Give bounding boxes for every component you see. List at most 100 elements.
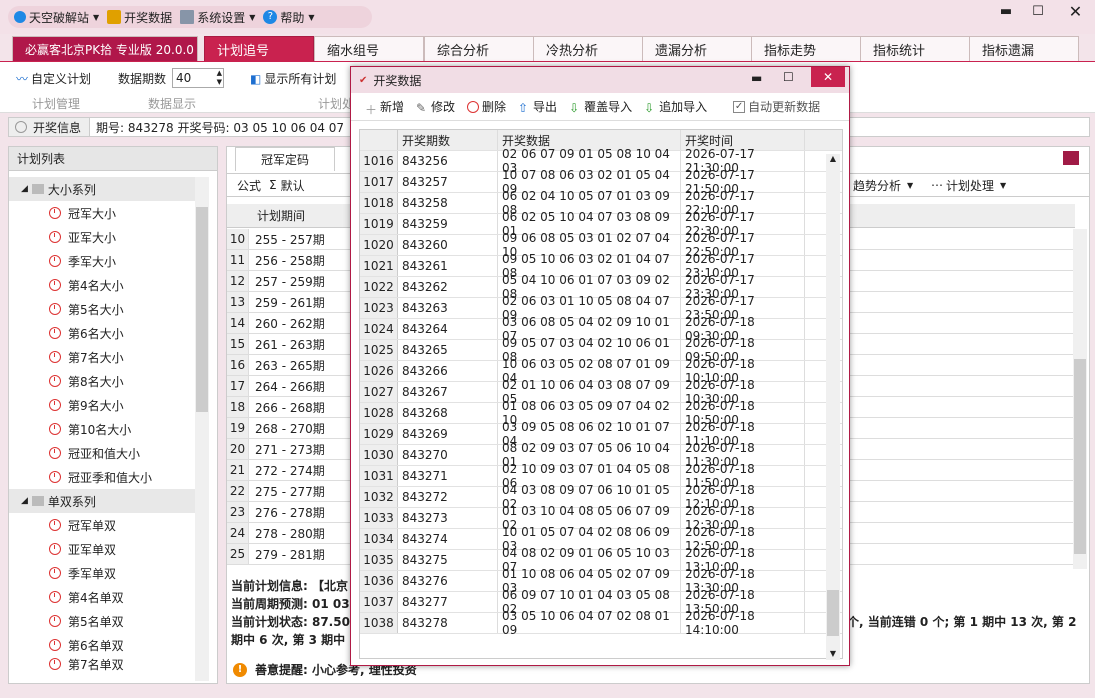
dialog-minimize-button[interactable]: ▬ — [751, 71, 762, 85]
menu-lottery-data[interactable]: 开奖数据 — [107, 9, 172, 26]
menu-settings[interactable]: 系统设置 ▼ — [180, 9, 255, 26]
tree-item[interactable]: 亚军大小 — [9, 225, 201, 249]
chevron-down-icon: ▼ — [93, 12, 100, 22]
tree-item[interactable]: 第5名单双 — [9, 609, 201, 633]
clock-icon — [49, 658, 61, 670]
clock-icon — [49, 519, 61, 531]
clock-icon — [49, 447, 61, 459]
row-index: 1023 — [360, 298, 398, 318]
tab-indicator-omission[interactable]: 指标遗漏 — [969, 36, 1079, 61]
row-number: 15 — [227, 334, 249, 354]
tree-item[interactable]: 冠军单双 — [9, 513, 201, 537]
row-number: 14 — [227, 313, 249, 333]
overwrite-import-button[interactable]: ⇩ 覆盖导入 — [569, 98, 632, 115]
draw-time-cell: 2026-07-18 14:10:00 — [681, 609, 805, 637]
tree-group-oddeven[interactable]: ◢ 单双系列 — [9, 489, 201, 513]
circle-icon — [15, 121, 27, 133]
menu-site[interactable]: 天空破解站 ▼ — [14, 9, 99, 26]
tree-item-label: 亚军单双 — [68, 542, 117, 557]
menu-help[interactable]: ? 帮助 ▼ — [263, 9, 315, 26]
row-period: 278 - 280期 — [255, 526, 325, 541]
main-menu: 天空破解站 ▼ 开奖数据 系统设置 ▼ ? 帮助 ▼ — [8, 6, 372, 28]
tab-reduce[interactable]: 缩水组号 — [314, 36, 424, 61]
tab-indicator-stats[interactable]: 指标统计 — [860, 36, 970, 61]
show-all-plans-button[interactable]: ◧ 显示所有计划 — [250, 70, 336, 87]
formula-value[interactable]: 默认 — [281, 177, 305, 194]
clock-icon — [49, 351, 61, 363]
edit-button[interactable]: ✎ 修改 — [416, 98, 455, 115]
export-label: 导出 — [533, 100, 558, 114]
periods-value: 40 — [176, 71, 192, 85]
tree-item[interactable]: 第7名大小 — [9, 345, 201, 369]
add-button[interactable]: ＋新增 — [365, 98, 404, 117]
scroll-down-icon[interactable]: ▼ — [826, 649, 840, 658]
clock-icon — [49, 471, 61, 483]
tree-item[interactable]: 季军大小 — [9, 249, 201, 273]
tree-item[interactable]: 第10名大小 — [9, 417, 201, 441]
plan-list-scrollbar[interactable] — [195, 177, 209, 681]
draw-number-cell: 843275 — [398, 550, 498, 570]
tab-comprehensive[interactable]: 综合分析 — [424, 36, 534, 61]
dialog-close-button[interactable]: ✕ — [811, 67, 845, 87]
tree-item[interactable]: 第9名大小 — [9, 393, 201, 417]
grid-row[interactable]: 1038 843278 03 05 10 06 04 07 02 08 01 09 2… — [360, 609, 842, 637]
scrollbar-thumb[interactable] — [1074, 359, 1086, 554]
expand-window-icon[interactable] — [1063, 151, 1079, 165]
row-period: 279 - 281期 — [255, 547, 325, 562]
tree-item[interactable]: 亚军单双 — [9, 537, 201, 561]
tree-item[interactable]: 第6名大小 — [9, 321, 201, 345]
clock-icon — [49, 639, 61, 651]
lottery-info-label-text: 开奖信息 — [33, 120, 82, 135]
sliders-icon — [180, 10, 195, 24]
row-index: 1028 — [360, 403, 398, 423]
scrollbar-thumb[interactable] — [827, 590, 839, 636]
tab-omission[interactable]: 遗漏分析 — [642, 36, 752, 61]
minimize-button[interactable]: ▬ — [990, 0, 1022, 22]
tree-item[interactable]: 第4名大小 — [9, 273, 201, 297]
tab-hotcold[interactable]: 冷热分析 — [533, 36, 643, 61]
tree-item[interactable]: 第5名大小 — [9, 297, 201, 321]
spin-arrows-icon[interactable]: ▲ ▼ — [217, 69, 222, 87]
draw-number-cell: 843259 — [398, 214, 498, 234]
tree-group-size[interactable]: ◢ 大小系列 — [9, 177, 201, 201]
clock-icon — [49, 423, 61, 435]
tree-item[interactable]: 冠军大小 — [9, 201, 201, 225]
tree-item[interactable]: 季军单双 — [9, 561, 201, 585]
tab-champion-code[interactable]: 冠军定码 — [235, 147, 335, 171]
draw-number-cell: 843256 — [398, 151, 498, 171]
periods-stepper[interactable]: 40 ▲ ▼ — [172, 68, 224, 88]
append-import-button[interactable]: ⇩ 追加导入 — [644, 98, 707, 115]
plan-table-scrollbar[interactable] — [1073, 229, 1087, 569]
draw-number-cell: 843270 — [398, 445, 498, 465]
row-index: 1029 — [360, 424, 398, 444]
tree-item[interactable]: 冠亚季和值大小 — [9, 465, 201, 489]
dialog-maximize-button[interactable]: ☐ — [783, 70, 794, 84]
tree-item-label: 第4名大小 — [68, 278, 124, 293]
grid-scrollbar[interactable]: ▲ ▼ — [826, 154, 840, 660]
tab-indicator-trend[interactable]: 指标走势 — [751, 36, 861, 61]
tree-group-label: 大小系列 — [47, 182, 96, 197]
app-logo-icon: ✔ — [359, 74, 368, 86]
draw-number-cell: 843274 — [398, 529, 498, 549]
custom-plan-button[interactable]: 〰 自定义计划 — [16, 70, 91, 87]
tab-plan-tracking[interactable]: 计划追号 — [204, 36, 314, 61]
row-period: 276 - 278期 — [255, 505, 325, 520]
tree-item[interactable]: 第7名单双 — [9, 657, 201, 671]
export-button[interactable]: ⇧ 导出 — [518, 98, 557, 115]
plan-process-button[interactable]: ⋯ 计划处理 ▼ — [931, 177, 1006, 194]
scroll-up-icon[interactable]: ▲ — [826, 154, 840, 163]
dialog-title: 开奖数据 — [373, 73, 422, 88]
auto-update-checkbox[interactable]: ✓ 自动更新数据 — [733, 98, 820, 115]
delete-button[interactable]: 删除 — [467, 98, 506, 115]
close-button[interactable]: ✕ — [1056, 0, 1095, 22]
tree-item-label: 第6名大小 — [68, 326, 124, 341]
tree-item[interactable]: 冠亚和值大小 — [9, 441, 201, 465]
trend-analysis-button[interactable]: 趋势分析 ▼ — [853, 177, 913, 194]
scrollbar-thumb[interactable] — [196, 207, 208, 412]
tree-item[interactable]: 第8名大小 — [9, 369, 201, 393]
row-number: 18 — [227, 397, 249, 417]
menu-lottery-data-label: 开奖数据 — [124, 10, 173, 25]
maximize-button[interactable]: ☐ — [1022, 0, 1054, 22]
tree-item[interactable]: 第4名单双 — [9, 585, 201, 609]
tree-item[interactable]: 第6名单双 — [9, 633, 201, 657]
